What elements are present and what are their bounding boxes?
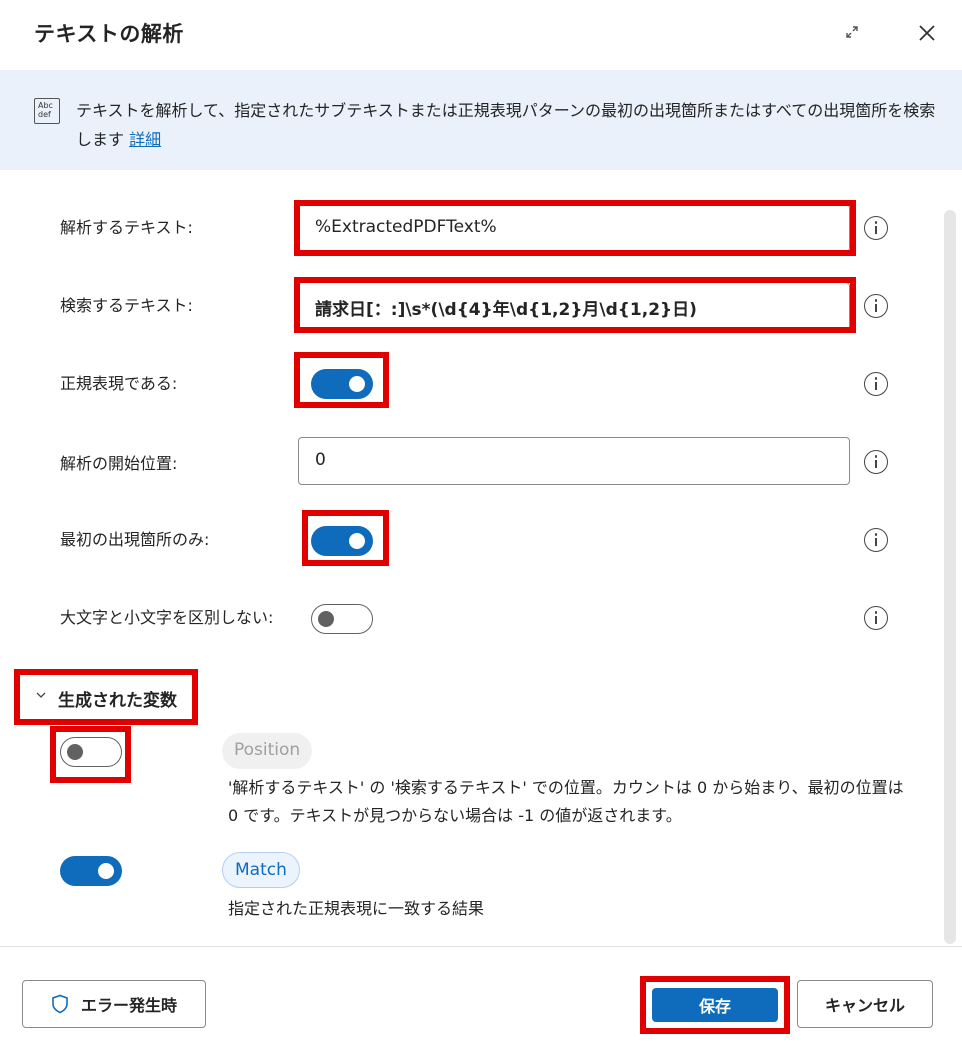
position-variable-badge[interactable]: Position	[222, 733, 313, 769]
highlight-box	[14, 669, 198, 725]
cancel-button[interactable]: キャンセル	[797, 980, 933, 1028]
text-to-parse-label: 解析するテキスト:	[60, 218, 193, 237]
match-variable-toggle[interactable]	[60, 856, 122, 886]
banner-description-text: テキストを解析して、指定されたサブテキストまたは正規表現パターンの最初の出現箇所…	[76, 101, 936, 149]
info-icon[interactable]	[864, 372, 888, 396]
position-variable-description: '解析するテキスト' の '検索するテキスト' での位置。カウントは 0 から始…	[228, 778, 904, 825]
close-icon[interactable]	[916, 22, 938, 44]
info-icon[interactable]	[864, 450, 888, 474]
scrollbar[interactable]	[944, 210, 956, 944]
highlight-box	[294, 200, 856, 256]
save-button[interactable]: 保存	[652, 988, 778, 1022]
highlight-box	[302, 510, 389, 566]
details-link[interactable]: 詳細	[129, 130, 161, 149]
start-position-input[interactable]: 0	[298, 437, 850, 485]
expand-icon[interactable]	[842, 22, 862, 42]
dialog-title: テキストの解析	[34, 22, 184, 46]
on-error-button[interactable]: エラー発生時	[22, 980, 206, 1028]
info-icon[interactable]	[864, 606, 888, 630]
highlight-box	[294, 352, 389, 408]
highlight-box	[294, 277, 856, 333]
first-only-label: 最初の出現箇所のみ:	[60, 530, 210, 549]
text-abc-icon: Abc def	[34, 98, 60, 124]
start-position-label: 解析の開始位置:	[60, 454, 178, 473]
ignore-case-label: 大文字と小文字を区別しない:	[60, 608, 274, 627]
match-variable-badge[interactable]: Match	[222, 852, 300, 888]
info-icon[interactable]	[864, 294, 888, 318]
info-icon[interactable]	[864, 216, 888, 240]
banner-description: テキストを解析して、指定されたサブテキストまたは正規表現パターンの最初の出現箇所…	[76, 96, 936, 154]
is-regex-label: 正規表現である:	[60, 374, 178, 393]
highlight-box	[50, 726, 131, 783]
text-to-find-label: 検索するテキスト:	[60, 296, 193, 315]
on-error-label: エラー発生時	[80, 996, 177, 1015]
match-variable-description: 指定された正規表現に一致する結果	[228, 899, 485, 918]
footer-divider	[0, 946, 962, 947]
shield-icon	[52, 994, 68, 1014]
ignore-case-toggle[interactable]	[311, 604, 373, 634]
info-icon[interactable]	[864, 528, 888, 552]
info-banner: Abc def テキストを解析して、指定されたサブテキストまたは正規表現パターン…	[0, 70, 962, 170]
